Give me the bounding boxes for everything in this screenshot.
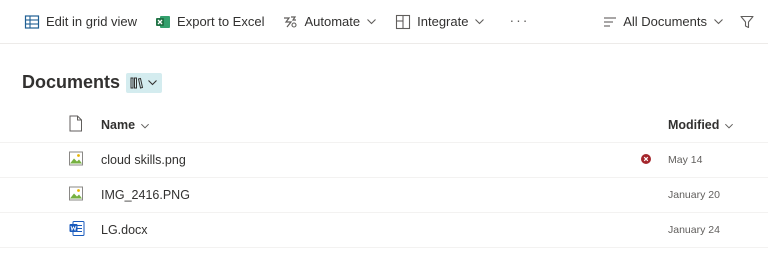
table-row[interactable]: LG.docx January 24 — [0, 213, 768, 248]
chevron-down-icon — [714, 19, 723, 25]
file-icon — [69, 221, 85, 240]
modified-column-header[interactable]: Modified — [668, 118, 734, 132]
filter-button[interactable] — [732, 7, 762, 37]
integrate-label: Integrate — [417, 14, 469, 29]
modified-date: January 20 — [668, 189, 720, 201]
sync-error-status[interactable] — [641, 153, 651, 167]
modified-date: January 24 — [668, 224, 720, 236]
document-list: Name Modified cloud skills.png May 14 IM… — [0, 108, 768, 248]
file-type-column-header[interactable] — [69, 115, 82, 135]
word-file-icon — [69, 221, 85, 236]
integrate-icon — [396, 14, 411, 29]
list-header-row: Name Modified — [0, 108, 768, 143]
chevron-down-icon — [148, 80, 157, 86]
integrate-menu[interactable]: Integrate — [387, 7, 493, 37]
grid-icon — [24, 14, 40, 29]
modified-column-label: Modified — [668, 118, 720, 132]
table-row[interactable]: IMG_2416.PNG January 20 — [0, 178, 768, 213]
automate-menu[interactable]: Automate — [274, 7, 385, 37]
chevron-down-icon — [367, 19, 377, 25]
export-to-excel-button[interactable]: Export to Excel — [147, 7, 272, 37]
view-selector-label: All Documents — [623, 14, 707, 29]
name-column-header[interactable]: Name — [101, 118, 150, 132]
filter-icon — [740, 15, 754, 28]
page-title: Documents — [22, 72, 121, 92]
chevron-down-icon — [475, 19, 485, 25]
image-file-icon — [69, 186, 83, 201]
export-to-excel-label: Export to Excel — [177, 14, 265, 29]
document-icon — [69, 115, 82, 132]
file-name-link[interactable]: cloud skills.png — [101, 153, 186, 167]
view-selector[interactable]: All Documents — [595, 7, 732, 37]
automate-label: Automate — [304, 14, 361, 29]
library-icon — [130, 77, 144, 89]
excel-icon — [156, 15, 171, 28]
more-options-button[interactable]: ··· — [493, 5, 543, 39]
modified-date: May 14 — [668, 154, 703, 166]
list-view-icon — [604, 16, 617, 27]
edit-grid-view-button[interactable]: Edit in grid view — [16, 7, 145, 37]
error-icon — [641, 154, 651, 164]
flow-icon — [284, 15, 298, 28]
chevron-down-icon — [725, 123, 734, 129]
name-column-label: Name — [101, 118, 136, 132]
file-icon — [69, 151, 83, 169]
file-name-link[interactable]: LG.docx — [101, 223, 148, 237]
chevron-down-icon — [141, 123, 150, 129]
command-bar: Edit in grid view Export to Excel Automa… — [0, 0, 768, 44]
library-view-switch[interactable] — [126, 72, 163, 93]
file-icon — [69, 186, 83, 204]
library-header: Documents — [22, 72, 163, 93]
table-row[interactable]: cloud skills.png May 14 — [0, 143, 768, 178]
edit-grid-view-label: Edit in grid view — [46, 14, 138, 29]
image-file-icon — [69, 151, 83, 166]
file-name-link[interactable]: IMG_2416.PNG — [101, 188, 190, 202]
